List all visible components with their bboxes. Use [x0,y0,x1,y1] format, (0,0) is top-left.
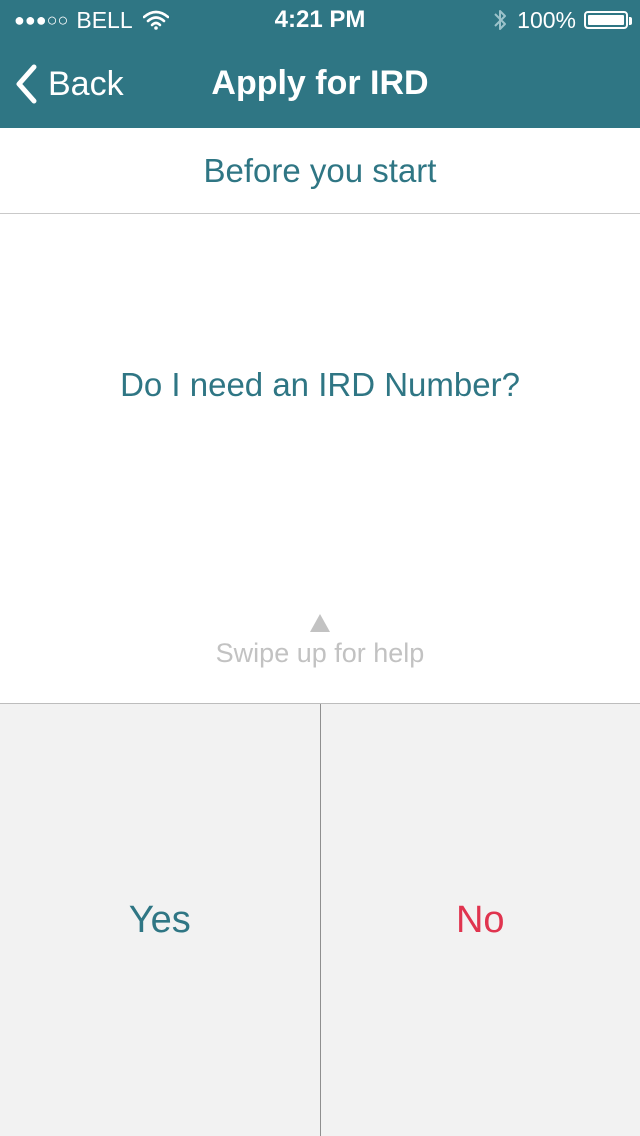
yes-label: Yes [128,898,191,941]
battery-percent: 100% [517,6,576,33]
battery-icon [584,11,632,29]
no-button[interactable]: No [321,704,640,1136]
section-title: Before you start [0,128,640,214]
answer-buttons: Yes No [0,703,640,1136]
header: ●●●○○ BELL 4:21 PM 100% Back Apply for I… [0,0,640,128]
question-text: Do I need an IRD Number? [120,366,520,403]
yes-button[interactable]: Yes [0,704,321,1136]
bluetooth-icon [493,7,507,33]
arrow-up-icon [310,614,330,632]
no-label: No [455,898,505,941]
status-bar: ●●●○○ BELL 4:21 PM 100% [0,0,640,40]
status-bar-right: 100% [493,6,632,34]
screen: ●●●○○ BELL 4:21 PM 100% Back Apply for I… [0,0,640,1136]
swipe-hint: Swipe up for help [215,638,425,668]
page-title: Apply for IRD [211,64,429,102]
navigation-bar: Back Apply for IRD [0,40,640,128]
